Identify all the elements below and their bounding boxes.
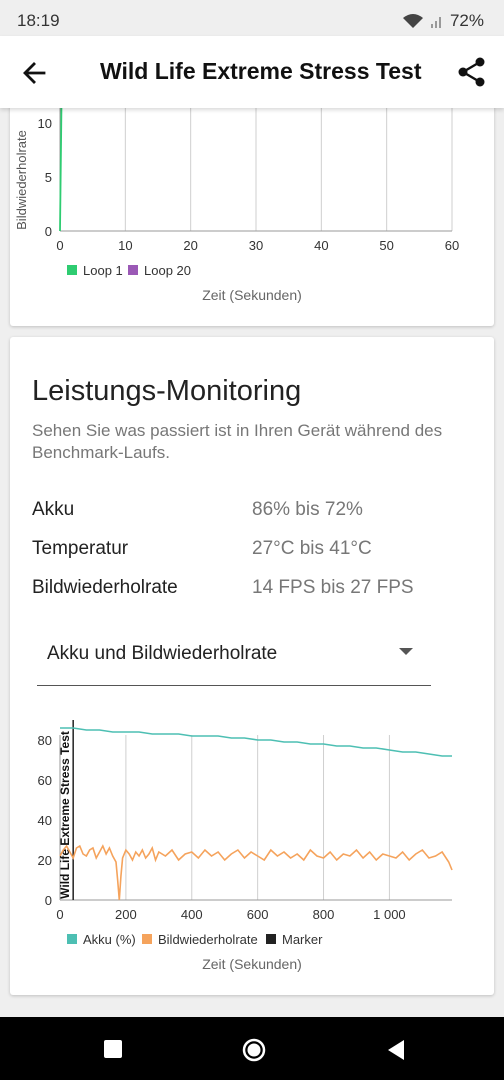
- x-tick-label: 20: [183, 238, 197, 253]
- legend-label-marker: Marker: [282, 932, 323, 947]
- y-tick-label: 60: [38, 773, 52, 788]
- temperature-label: Temperatur: [32, 538, 129, 559]
- y-tick-label: 20: [38, 853, 52, 868]
- x-axis-title: Zeit (Sekunden): [202, 956, 302, 972]
- y-tick-label: 10: [38, 116, 52, 131]
- marker-label: Wild Life Extreme Stress Test: [58, 731, 72, 899]
- section-description: Sehen Sie was passiert ist in Ihren Gerä…: [32, 421, 443, 462]
- x-tick-label: 30: [249, 238, 263, 253]
- x-axis-title: Zeit (Sekunden): [202, 287, 302, 303]
- x-tick-label: 10: [118, 238, 132, 253]
- navigation-bar: [0, 1017, 504, 1080]
- temperature-value: 27°C bis 41°C: [252, 538, 372, 559]
- x-tick-label: 200: [115, 907, 137, 922]
- legend-label-battery: Akku (%): [83, 932, 136, 947]
- y-tick-label: 0: [45, 893, 52, 908]
- battery-value: 86% bis 72%: [252, 499, 363, 520]
- y-tick-label: 80: [38, 733, 52, 748]
- page-title: Wild Life Extreme Stress Test: [100, 58, 422, 84]
- battery-framerate-chart: 0 200 400 600 800 1 000 0 20 40 60 80 Wild Life Ext…: [38, 720, 453, 972]
- chart-type-dropdown[interactable]: Akku und Bildwiederholrate: [37, 635, 431, 686]
- framerate-label: Bildwiederholrate: [32, 577, 178, 598]
- legend-swatch-battery: [67, 934, 77, 944]
- x-tick-label: 40: [314, 238, 328, 253]
- legend-swatch-loop-1: [67, 265, 77, 275]
- series-line-battery: [60, 727, 452, 757]
- battery-label: Akku: [32, 499, 75, 520]
- status-icons: 72%: [402, 11, 484, 31]
- home-button[interactable]: [241, 1037, 267, 1063]
- x-tick-label: 0: [56, 238, 63, 253]
- series-line-framerate: [59, 844, 453, 901]
- back-arrow-icon[interactable]: [20, 58, 50, 88]
- x-tick-label: 600: [247, 907, 269, 922]
- x-tick-label: 50: [379, 238, 393, 253]
- status-bar: 18:19 72%: [0, 0, 504, 36]
- x-tick-label: 1 000: [373, 907, 406, 922]
- battery-percent: 72%: [449, 11, 484, 30]
- dropdown-selected-value: Akku und Bildwiederholrate: [47, 643, 278, 664]
- y-tick-label: 0: [45, 224, 52, 239]
- section-title: Leistungs-Monitoring: [32, 375, 302, 407]
- legend-swatch-marker: [266, 934, 276, 944]
- x-tick-label: 400: [181, 907, 203, 922]
- recents-button[interactable]: [103, 1039, 123, 1059]
- legend-label-loop-20: Loop 20: [144, 263, 191, 278]
- x-tick-label: 0: [56, 907, 63, 922]
- x-tick-label: 60: [445, 238, 459, 253]
- legend-label-framerate: Bildwiederholrate: [158, 932, 258, 947]
- share-icon[interactable]: [456, 56, 488, 88]
- legend-swatch-framerate: [142, 934, 152, 944]
- legend-swatch-loop-20: [128, 265, 138, 275]
- framerate-value: 14 FPS bis 27 FPS: [252, 577, 414, 598]
- y-axis-title: Bildwiederholrate: [14, 130, 29, 230]
- dropdown-arrow-icon: [399, 648, 413, 655]
- legend-label-loop-1: Loop 1: [83, 263, 123, 278]
- back-button[interactable]: [385, 1038, 407, 1062]
- y-tick-label: 5: [45, 170, 52, 185]
- performance-monitoring-card: Leistungs-Monitoring Sehen Sie was passi…: [10, 337, 494, 995]
- wifi-icon: [402, 14, 423, 28]
- app-bar: Wild Life Extreme Stress Test: [0, 36, 504, 108]
- x-tick-label: 800: [313, 907, 335, 922]
- y-tick-label: 40: [38, 813, 52, 828]
- status-time: 18:19: [17, 11, 60, 30]
- signal-icon: [430, 17, 441, 28]
